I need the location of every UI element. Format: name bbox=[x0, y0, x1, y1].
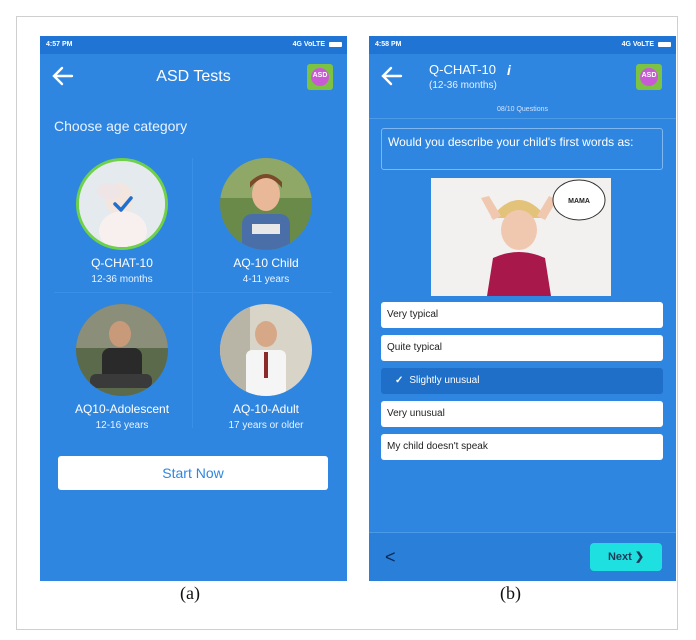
check-icon: ✓ bbox=[395, 375, 404, 386]
status-network: 4G VoLTE bbox=[292, 41, 325, 48]
age-category-prompt: Choose age category bbox=[54, 118, 188, 134]
previous-button[interactable]: < bbox=[385, 547, 396, 568]
category-name: AQ10-Adolescent bbox=[74, 402, 170, 416]
page-title: Q-CHAT-10 bbox=[429, 62, 496, 77]
category-q-chat-10[interactable]: Q-CHAT-10 12-36 months bbox=[54, 158, 190, 298]
category-name: AQ-10 Child bbox=[233, 256, 299, 270]
category-age: 12-16 years bbox=[95, 420, 149, 431]
category-age: 4-11 years bbox=[242, 274, 290, 285]
status-bar: 4:58 PM 4G VoLTE bbox=[369, 36, 676, 54]
category-name: Q-CHAT-10 bbox=[91, 256, 153, 270]
category-age: 17 years or older bbox=[228, 420, 304, 431]
battery-icon bbox=[658, 42, 671, 47]
child-avatar bbox=[220, 158, 312, 250]
status-network: 4G VoLTE bbox=[621, 41, 654, 48]
caption-b: (b) bbox=[500, 583, 521, 603]
next-button[interactable]: Next ❯ bbox=[590, 543, 662, 571]
battery-icon bbox=[329, 42, 342, 47]
page-title: ASD Tests bbox=[156, 68, 231, 85]
status-bar: 4:57 PM 4G VoLTE bbox=[40, 36, 347, 54]
answer-option[interactable]: Very unusual bbox=[381, 401, 663, 427]
screen-q-chat-question: 4:58 PM 4G VoLTE Q-CHAT-10 i (12-36 mont… bbox=[369, 36, 676, 581]
app-logo: ASD bbox=[307, 64, 333, 90]
adult-avatar bbox=[220, 304, 312, 396]
status-time: 4:57 PM bbox=[46, 41, 73, 48]
category-aq-10-child[interactable]: AQ-10 Child 4-11 years bbox=[198, 158, 334, 298]
answer-option[interactable]: Quite typical bbox=[381, 335, 663, 361]
navigation-footer: < Next ❯ bbox=[369, 532, 676, 581]
check-icon bbox=[113, 196, 133, 212]
status-time: 4:58 PM bbox=[375, 41, 402, 48]
category-age: 12-36 months bbox=[91, 274, 153, 285]
answer-option[interactable]: Very typical bbox=[381, 302, 663, 328]
answer-option-selected[interactable]: ✓ Slightly unusual bbox=[381, 368, 663, 394]
app-bar: ASD Tests ASD bbox=[40, 54, 347, 102]
page-subtitle: (12-36 months) bbox=[429, 80, 497, 91]
info-icon[interactable]: i bbox=[507, 62, 511, 78]
app-bar: Q-CHAT-10 i (12-36 months) ASD bbox=[369, 54, 676, 102]
category-aq10-adolescent[interactable]: AQ10-Adolescent 12-16 years bbox=[54, 304, 190, 444]
adolescent-avatar bbox=[76, 304, 168, 396]
back-arrow-icon[interactable] bbox=[381, 66, 405, 86]
divider bbox=[369, 118, 676, 119]
question-counter: 08/10 Questions bbox=[497, 106, 548, 113]
start-now-button[interactable]: Start Now bbox=[58, 456, 328, 490]
answer-option[interactable]: My child doesn't speak bbox=[381, 434, 663, 460]
grid-divider bbox=[192, 158, 193, 428]
speech-bubble-text: MAMA bbox=[568, 198, 590, 205]
question-text: Would you describe your child's first wo… bbox=[381, 128, 663, 170]
question-illustration: MAMA bbox=[431, 178, 611, 296]
category-name: AQ-10-Adult bbox=[232, 402, 300, 416]
screen-asd-tests: 4:57 PM 4G VoLTE ASD Tests ASD Choose ag… bbox=[40, 36, 347, 581]
category-aq-10-adult[interactable]: AQ-10-Adult 17 years or older bbox=[198, 304, 334, 444]
chevron-right-icon: ❯ bbox=[634, 551, 645, 563]
app-logo: ASD bbox=[636, 64, 662, 90]
caption-a: (a) bbox=[180, 583, 200, 603]
